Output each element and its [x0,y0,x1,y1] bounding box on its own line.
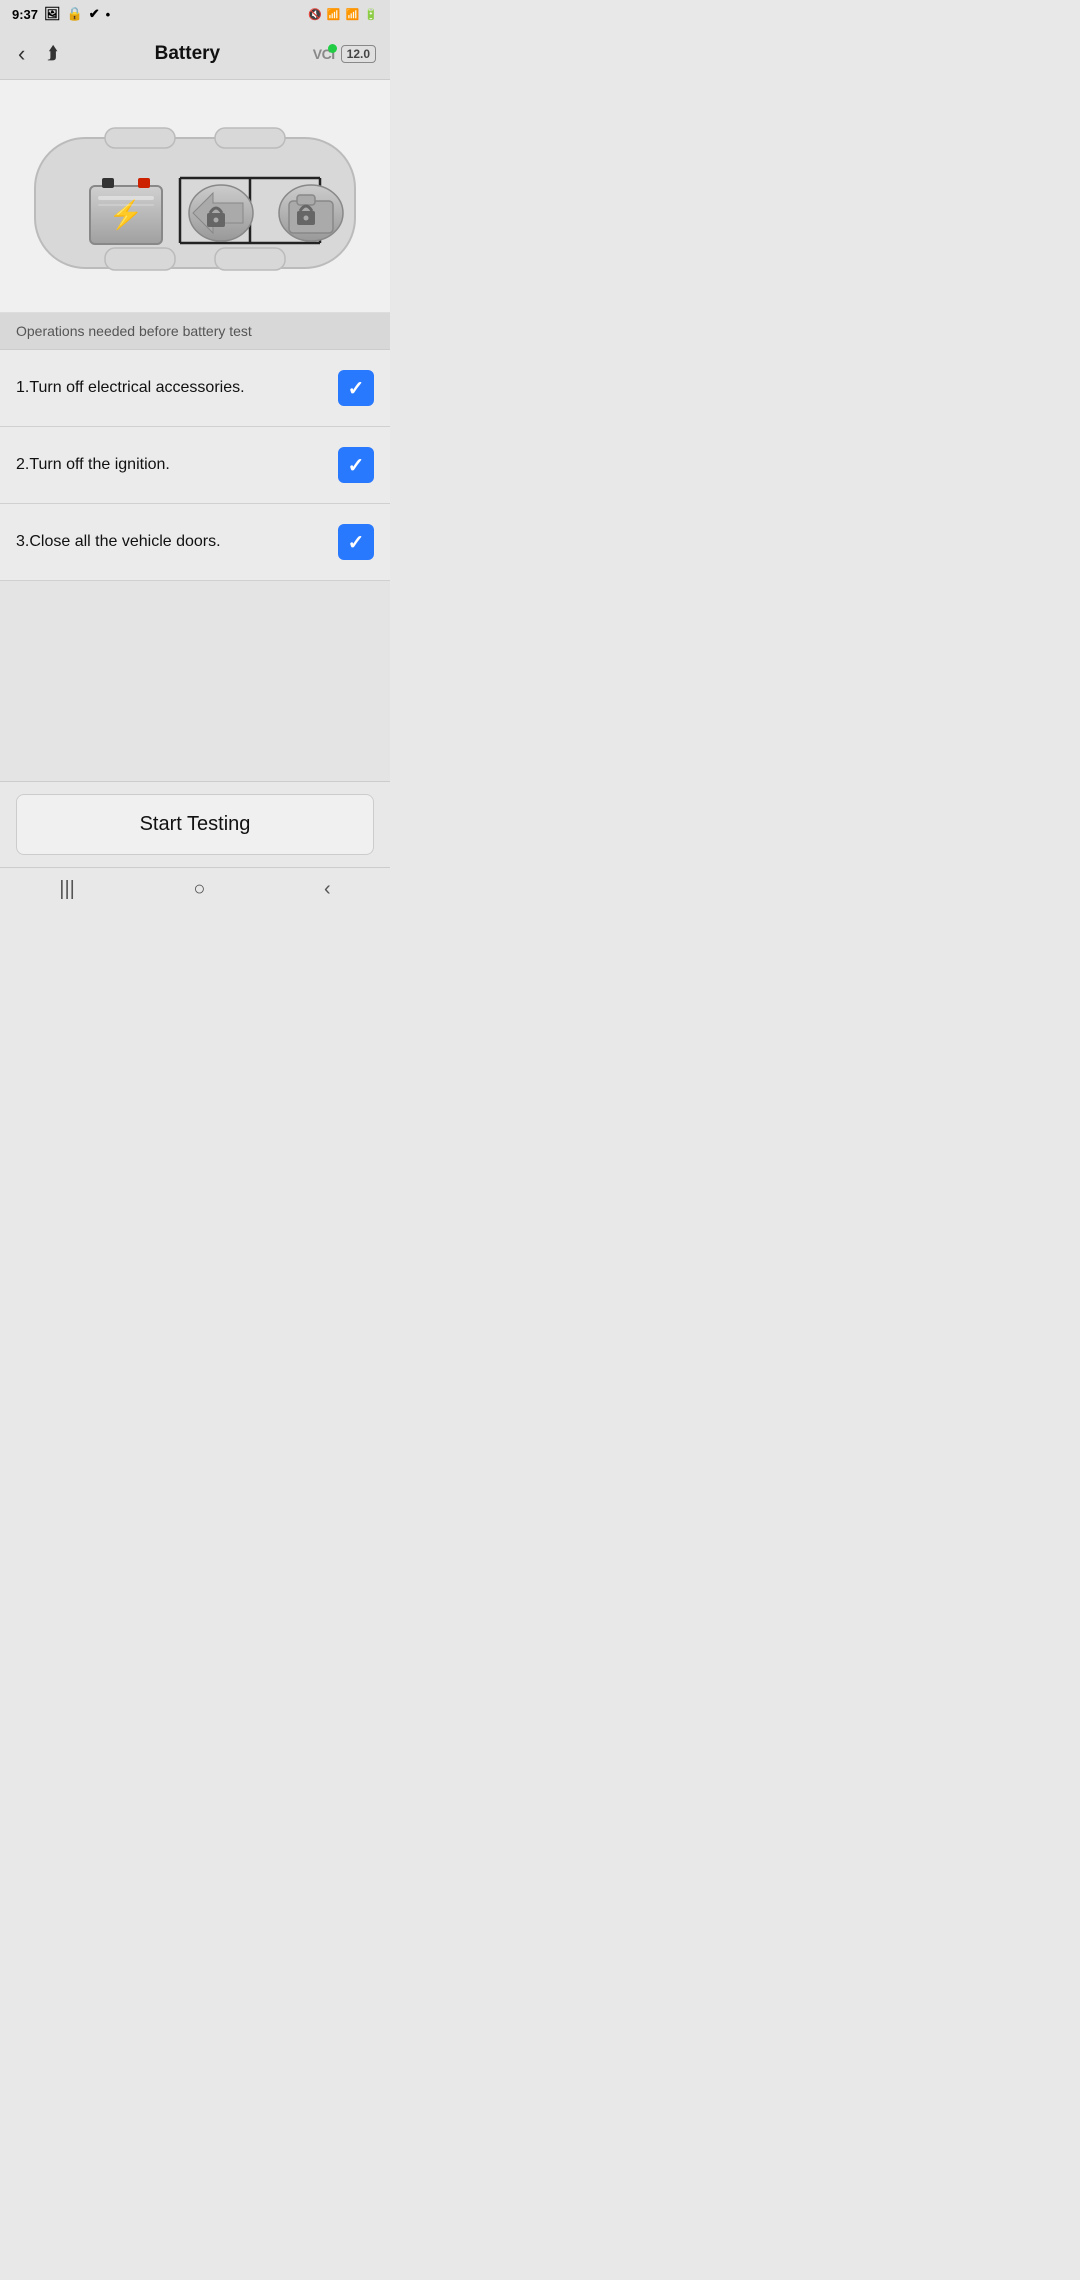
empty-space [0,581,390,781]
battery-icon: 🔋 [364,8,378,21]
back-nav-button[interactable]: ‹ [304,870,351,909]
export-button[interactable]: ⮭ [43,39,62,68]
checkbox-1[interactable]: ✓ [338,370,374,406]
start-testing-button[interactable]: Start Testing [16,794,374,855]
checkbox-3[interactable]: ✓ [338,524,374,560]
operations-header: Operations needed before battery test [0,313,390,350]
checklist-text-3: 3.Close all the vehicle doors. [16,533,338,551]
header-left: ‹ ⮭ [14,37,62,71]
checklist-item-3: 3.Close all the vehicle doors. ✓ [0,504,390,581]
checklist: 1.Turn off electrical accessories. ✓ 2.T… [0,350,390,581]
back-button[interactable]: ‹ [14,37,29,71]
checklist-item-2: 2.Turn off the ignition. ✓ [0,427,390,504]
status-right: 🔇 📶 📶 🔋 [308,8,378,21]
svg-text:⚡: ⚡ [109,198,144,231]
home-button[interactable]: ○ [173,870,225,909]
check-icon: ✔ [89,6,100,22]
status-time: 9:37 [12,7,38,22]
page-title: Battery [62,43,313,65]
wifi-icon: 📶 [327,8,341,21]
operations-header-text: Operations needed before battery test [16,323,252,339]
checkbox-2[interactable]: ✓ [338,447,374,483]
status-bar: 9:37 🖼 🔒 ✔ • 🔇 📶 📶 🔋 [0,0,390,28]
header: ‹ ⮭ Battery VCI 12.0 [0,28,390,80]
recent-apps-button[interactable]: ||| [39,870,95,909]
checklist-item-1: 1.Turn off electrical accessories. ✓ [0,350,390,427]
vci-badge: VCI [313,46,335,62]
checklist-text-2: 2.Turn off the ignition. [16,456,338,474]
signal-icon: 📶 [346,8,360,21]
start-btn-container: Start Testing [0,781,390,867]
vci-connected-dot [328,44,337,53]
checklist-text-1: 1.Turn off electrical accessories. [16,379,338,397]
nav-bar: ||| ○ ‹ [0,867,390,911]
dot-icon: • [106,7,111,22]
car-diagram: ⚡ [0,80,390,313]
header-right: VCI 12.0 [313,45,376,63]
version-box: 12.0 [341,45,376,63]
status-left: 9:37 🖼 🔒 ✔ • [12,6,110,22]
car-svg-container: ⚡ [25,98,365,298]
mute-icon: 🔇 [308,8,322,21]
image-icon: 🖼 [44,6,61,22]
lock-icon: 🔒 [67,6,83,22]
